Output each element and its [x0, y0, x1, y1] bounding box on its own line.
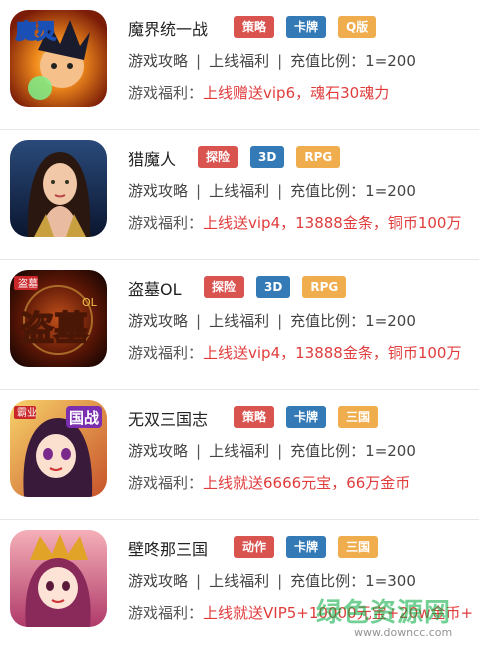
- tag-genre: 探险: [204, 276, 245, 298]
- svg-text:OL: OL: [82, 296, 98, 309]
- svg-text:魔灵: 魔灵: [16, 19, 57, 43]
- separator: |: [277, 572, 283, 590]
- game-list-item[interactable]: 霸业 国战 无双三国志 策略 卡牌 三国 游戏攻略 | 上线福利 | 充值比例：1=20…: [0, 390, 479, 520]
- tag-style: RPG: [296, 146, 341, 168]
- tag-genre: 探险: [198, 146, 239, 168]
- tag-style: RPG: [302, 276, 347, 298]
- recharge-ratio: 充值比例：1=200: [290, 442, 416, 460]
- bonus-line: 游戏福利：上线赠送vip6，魂石30魂力: [128, 82, 479, 103]
- game-list-item[interactable]: 猎魔人 探险 3D RPG 游戏攻略 | 上线福利 | 充值比例：1=200 游戏福利：…: [0, 130, 479, 260]
- tag-genre: 策略: [234, 406, 275, 428]
- recharge-ratio: 充值比例：1=200: [290, 52, 416, 70]
- separator: |: [196, 442, 202, 460]
- welfare-link[interactable]: 上线福利: [209, 442, 269, 460]
- liemoren-game-icon[interactable]: [10, 140, 107, 237]
- game-title[interactable]: 无双三国志: [128, 406, 208, 430]
- bonus-line: 游戏福利：上线就送6666元宝，66万金币: [128, 472, 479, 493]
- separator: |: [277, 52, 283, 70]
- tag-list: 策略 卡牌 三国: [234, 406, 379, 428]
- game-list-item[interactable]: 盗墓 盗墓 OL 盗墓OL 探险 3D RPG 游戏攻略 | 上线福利 | 充值比例：1…: [0, 260, 479, 390]
- separator: |: [277, 182, 283, 200]
- tag-list: 动作 卡牌 三国: [234, 536, 379, 558]
- bonus-value: 上线就送VIP5+10000元宝+20w金币+: [203, 604, 474, 622]
- game-title[interactable]: 壁咚那三国: [128, 536, 208, 560]
- svg-text:盗墓: 盗墓: [18, 277, 38, 290]
- tag-type: 3D: [250, 146, 285, 168]
- tag-genre: 动作: [234, 536, 275, 558]
- game-title[interactable]: 盗墓OL: [128, 276, 182, 300]
- mojie-game-icon[interactable]: 魔灵: [10, 10, 107, 107]
- guide-link[interactable]: 游戏攻略: [128, 52, 188, 70]
- bonus-value: 上线就送6666元宝，66万金币: [203, 474, 411, 492]
- welfare-link[interactable]: 上线福利: [209, 572, 269, 590]
- daomu-game-icon[interactable]: 盗墓 盗墓 OL: [10, 270, 107, 367]
- game-title[interactable]: 猎魔人: [128, 146, 176, 170]
- guide-link[interactable]: 游戏攻略: [128, 312, 188, 330]
- tag-type: 3D: [256, 276, 291, 298]
- separator: |: [277, 442, 283, 460]
- info-line: 游戏攻略 | 上线福利 | 充值比例：1=200: [128, 310, 416, 331]
- recharge-ratio: 充值比例：1=200: [290, 312, 416, 330]
- bidong-game-icon[interactable]: [10, 530, 107, 627]
- tag-genre: 策略: [234, 16, 275, 38]
- svg-text:霸业: 霸业: [17, 407, 37, 419]
- bonus-value: 上线送vip4，13888金条，铜币100万: [203, 214, 462, 232]
- tag-list: 策略 卡牌 Q版: [234, 16, 377, 38]
- separator: |: [196, 52, 202, 70]
- tag-type: 卡牌: [286, 536, 327, 558]
- tag-style: Q版: [338, 16, 377, 38]
- bonus-value: 上线送vip4，13888金条，铜币100万: [203, 344, 462, 362]
- recharge-ratio: 充值比例：1=200: [290, 182, 416, 200]
- tag-style: 三国: [338, 406, 379, 428]
- recharge-ratio: 充值比例：1=300: [290, 572, 416, 590]
- svg-text:盗墓: 盗墓: [20, 309, 89, 349]
- game-list-item[interactable]: 壁咚那三国 动作 卡牌 三国 游戏攻略 | 上线福利 | 充值比例：1=300 游戏福利…: [0, 520, 479, 650]
- separator: |: [196, 312, 202, 330]
- bonus-line: 游戏福利：上线送vip4，13888金条，铜币100万: [128, 212, 479, 233]
- bonus-label: 游戏福利：: [128, 84, 204, 102]
- bonus-line: 游戏福利：上线就送VIP5+10000元宝+20w金币+: [128, 602, 479, 623]
- tag-style: 三国: [338, 536, 379, 558]
- bonus-label: 游戏福利：: [128, 474, 204, 492]
- tag-type: 卡牌: [286, 16, 327, 38]
- guide-link[interactable]: 游戏攻略: [128, 442, 188, 460]
- tag-type: 卡牌: [286, 406, 327, 428]
- guide-link[interactable]: 游戏攻略: [128, 572, 188, 590]
- welfare-link[interactable]: 上线福利: [209, 312, 269, 330]
- info-line: 游戏攻略 | 上线福利 | 充值比例：1=200: [128, 440, 416, 461]
- separator: |: [196, 182, 202, 200]
- welfare-link[interactable]: 上线福利: [209, 52, 269, 70]
- tag-list: 探险 3D RPG: [204, 276, 347, 298]
- separator: |: [196, 572, 202, 590]
- welfare-link[interactable]: 上线福利: [209, 182, 269, 200]
- tag-list: 探险 3D RPG: [198, 146, 341, 168]
- game-title[interactable]: 魔界统一战: [128, 16, 208, 40]
- info-line: 游戏攻略 | 上线福利 | 充值比例：1=200: [128, 50, 416, 71]
- svg-text:国战: 国战: [69, 409, 99, 427]
- game-list-item[interactable]: 魔灵 魔界统一战 策略 卡牌 Q版 游戏攻略 | 上线福利 | 充值比例：1=200 游…: [0, 0, 479, 130]
- info-line: 游戏攻略 | 上线福利 | 充值比例：1=200: [128, 180, 416, 201]
- info-line: 游戏攻略 | 上线福利 | 充值比例：1=300: [128, 570, 416, 591]
- wushuang-game-icon[interactable]: 霸业 国战: [10, 400, 107, 497]
- bonus-label: 游戏福利：: [128, 214, 204, 232]
- bonus-label: 游戏福利：: [128, 604, 204, 622]
- guide-link[interactable]: 游戏攻略: [128, 182, 188, 200]
- bonus-line: 游戏福利：上线送vip4，13888金条，铜币100万: [128, 342, 479, 363]
- bonus-value: 上线赠送vip6，魂石30魂力: [203, 84, 390, 102]
- separator: |: [277, 312, 283, 330]
- bonus-label: 游戏福利：: [128, 344, 204, 362]
